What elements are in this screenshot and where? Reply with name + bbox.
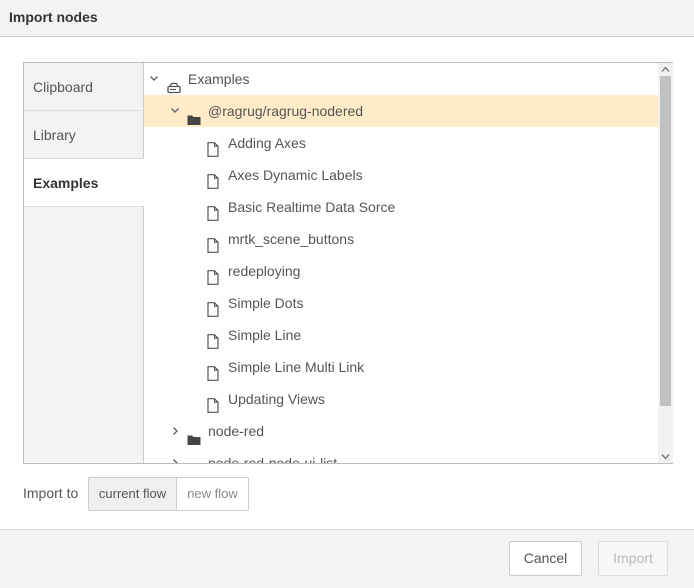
new-flow-toggle[interactable]: new flow [176, 477, 249, 511]
tree-item-file[interactable]: Axes Dynamic Labels [144, 159, 658, 191]
import-to-label: Import to [23, 485, 79, 501]
tree-item-file[interactable]: Adding Axes [144, 127, 658, 159]
source-tabs: Clipboard Library Examples [24, 63, 145, 463]
tree-scrollbar[interactable] [658, 63, 673, 463]
tree-item-file[interactable]: Basic Realtime Data Sorce [144, 191, 658, 223]
tree-item-node-red[interactable]: node-red [144, 415, 658, 447]
tree-item-label: Basic Realtime Data Sorce [228, 199, 396, 215]
tab-examples[interactable]: Examples [24, 159, 145, 207]
chevron-right-icon[interactable] [169, 447, 181, 463]
chevron-right-icon[interactable] [169, 415, 181, 447]
tree-item-label: Axes Dynamic Labels [228, 167, 363, 183]
import-nodes-dialog: Import nodes Clipboard Library Examples … [0, 0, 694, 588]
chevron-down-icon[interactable] [169, 95, 181, 127]
tree-item-label: node-red-node-ui-list [208, 455, 338, 463]
chevron-down-icon[interactable] [148, 63, 160, 95]
scroll-down-arrow-icon[interactable] [658, 450, 673, 463]
tree-item-label: mrtk_scene_buttons [228, 231, 355, 247]
cancel-button[interactable]: Cancel [509, 541, 582, 576]
tree-item-label: redeploying [228, 263, 301, 279]
tree-item-file[interactable]: Simple Line Multi Link [144, 351, 658, 383]
tree-item-file[interactable]: Simple Line [144, 319, 658, 351]
tree-item-node-red-node-ui-list[interactable]: node-red-node-ui-list [144, 447, 658, 463]
scrollbar-thumb[interactable] [660, 76, 671, 406]
tree-item-file[interactable]: Updating Views [144, 383, 658, 415]
tree-item-label: node-red [208, 423, 265, 439]
current-flow-toggle[interactable]: current flow [88, 477, 177, 511]
folder-icon [187, 457, 201, 463]
tree-item-label: Simple Dots [228, 295, 304, 311]
import-source-panel: Clipboard Library Examples Examples @rag… [23, 62, 673, 464]
tab-clipboard[interactable]: Clipboard [24, 63, 144, 111]
tree-item-label: Simple Line [228, 327, 302, 343]
scroll-up-arrow-icon[interactable] [658, 63, 673, 76]
examples-tree: Examples @ragrug/ragrug-nodered Adding A… [144, 63, 658, 463]
import-button[interactable]: Import [598, 541, 668, 576]
dialog-titlebar: Import nodes [0, 0, 694, 37]
dialog-title: Import nodes [9, 9, 98, 25]
tree-item-label: @ragrug/ragrug-nodered [208, 103, 364, 119]
tree-item-label: Simple Line Multi Link [228, 359, 365, 375]
tree-item-label: Adding Axes [228, 135, 306, 151]
tree-item-ragrug-nodered[interactable]: @ragrug/ragrug-nodered [144, 95, 658, 127]
tree-item-label: Examples [188, 71, 250, 87]
tree-item-examples[interactable]: Examples [144, 63, 658, 95]
tree-item-file[interactable]: redeploying [144, 255, 658, 287]
tree-item-label: Updating Views [228, 391, 326, 407]
tree-item-file[interactable]: mrtk_scene_buttons [144, 223, 658, 255]
tab-library[interactable]: Library [24, 111, 144, 159]
dialog-footer: Cancel Import [0, 529, 694, 588]
tree-item-file[interactable]: Simple Dots [144, 287, 658, 319]
